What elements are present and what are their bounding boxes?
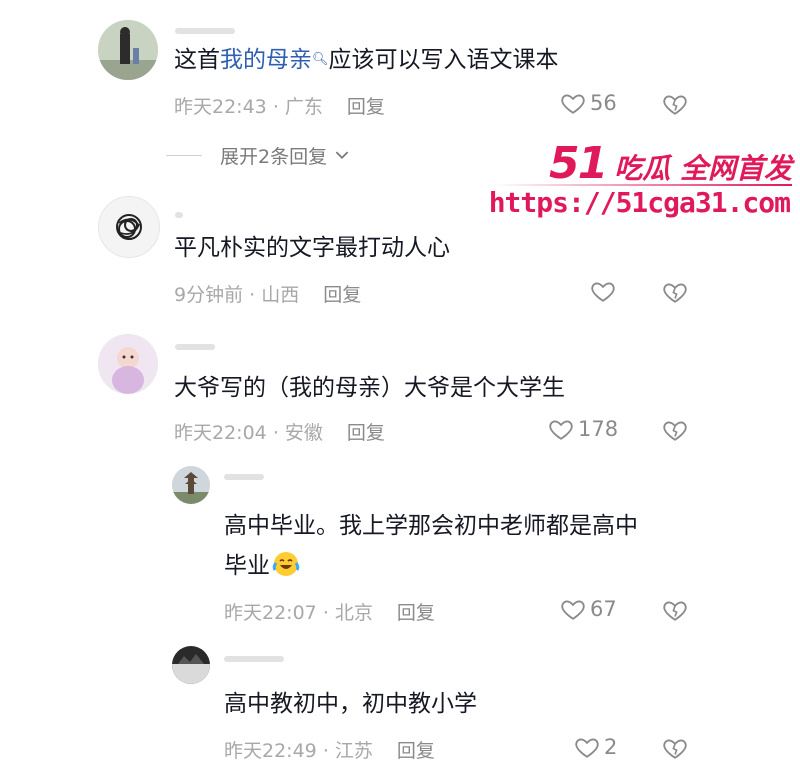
avatar-image (172, 466, 210, 504)
watermark-brand: 51 吃瓜 全网首发 (549, 138, 792, 189)
dislike-heart-icon[interactable] (662, 417, 688, 443)
username-blur (224, 474, 264, 480)
heart-outline-icon (591, 282, 615, 302)
like-count: 178 (578, 417, 619, 441)
dislike-heart-icon[interactable] (662, 597, 688, 623)
like-count: 67 (590, 597, 617, 621)
comment-meta: 昨天22:04 · 安徽 回复 (174, 422, 385, 444)
like-button[interactable]: 56 (560, 90, 617, 116)
watermark-url: https://51cga31.com (488, 186, 791, 219)
username-blur (175, 344, 215, 350)
heart-outline-icon (575, 738, 599, 758)
comment-text: 平凡朴实的文字最打动人心 (174, 235, 450, 261)
avatar-image (116, 214, 142, 240)
comment-text: 这首我的母亲🔍︎应该可以写入语文课本 (174, 47, 559, 73)
reply-text-line2: 毕业 (224, 550, 300, 582)
reply-button[interactable]: 回复 (397, 740, 435, 762)
keyword-link[interactable]: 我的母亲 (220, 47, 312, 73)
like-button[interactable] (590, 278, 620, 304)
reply-meta: 昨天22:49 · 江苏 回复 (224, 740, 435, 762)
reply-button[interactable]: 回复 (397, 602, 435, 624)
laughing-crying-emoji-icon (272, 550, 300, 578)
avatar[interactable] (172, 466, 210, 504)
heart-outline-icon (561, 94, 585, 114)
dislike-heart-icon[interactable] (662, 735, 688, 761)
reply-text-line1: 高中毕业。我上学那会初中老师都是高中 (224, 513, 638, 539)
username-blur (175, 212, 183, 218)
comment-meta: 9分钟前 · 山西 回复 (174, 284, 362, 306)
heart-outline-icon (561, 600, 585, 620)
search-icon[interactable]: 🔍︎ (312, 52, 329, 67)
username-blur (224, 656, 284, 662)
reply-button[interactable]: 回复 (323, 284, 361, 306)
heart-outline-icon (549, 420, 573, 440)
dislike-heart-icon[interactable] (662, 279, 688, 305)
like-count: 2 (604, 735, 618, 759)
comment-meta: 昨天22:43 · 广东 回复 (174, 96, 385, 118)
avatar[interactable] (98, 196, 160, 258)
chevron-down-icon (335, 151, 349, 160)
like-button[interactable]: 67 (560, 596, 617, 622)
username-blur (175, 28, 235, 34)
like-count: 56 (590, 91, 617, 115)
like-button[interactable]: 2 (574, 734, 617, 760)
expand-replies-button[interactable]: 展开2条回复 (166, 142, 349, 169)
dislike-heart-icon[interactable] (662, 91, 688, 117)
divider-line (166, 155, 202, 156)
avatar[interactable] (98, 334, 158, 394)
avatar[interactable] (98, 20, 158, 80)
comment-text: 大爷写的（我的母亲）大爷是个大学生 (174, 375, 565, 401)
reply-text: 高中教初中，初中教小学 (224, 691, 477, 717)
avatar[interactable] (172, 646, 210, 684)
reply-meta: 昨天22:07 · 北京 回复 (224, 602, 435, 624)
avatar-image (98, 20, 158, 80)
avatar-image (98, 334, 158, 394)
reply-button[interactable]: 回复 (347, 422, 385, 444)
reply-button[interactable]: 回复 (347, 96, 385, 118)
avatar-image (172, 646, 210, 684)
like-button[interactable]: 178 (548, 416, 618, 442)
